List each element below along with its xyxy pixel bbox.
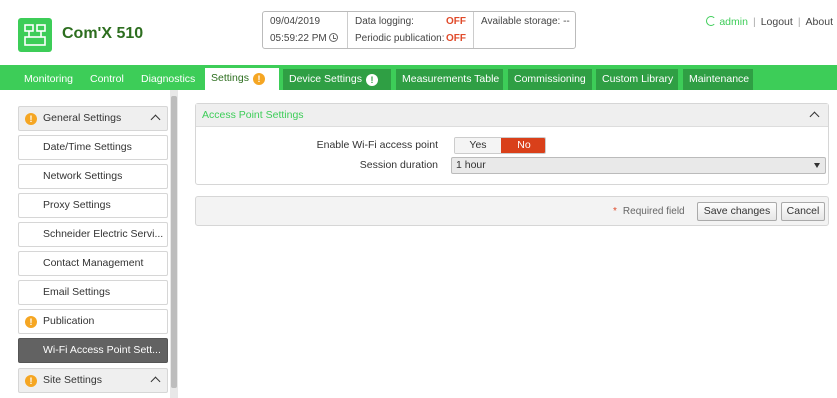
sidebar-scrollbar-thumb[interactable] [171,96,177,388]
required-field-note: * Required field [613,206,685,217]
comx-logo-icon [18,18,52,52]
user-icon [706,16,717,26]
status-date: 09/04/2019 [270,16,321,27]
status-time: 05:59:22 PM [270,33,327,44]
publication-warning-icon: ! [25,316,37,328]
enable-wifi-label: Enable Wi-Fi access point [316,139,438,151]
tab-settings-label: Settings [211,72,249,84]
status-time-wrap: 05:59:22 PM [270,33,338,44]
tab-device-settings-label: Device Settings [289,73,362,85]
tab-diagnostics[interactable]: Diagnostics [135,69,201,90]
sidebar-item-wifi-access-point[interactable]: Wi-Fi Access Point Sett... [18,338,168,363]
save-changes-button[interactable]: Save changes [697,202,777,221]
status-divider [347,12,348,48]
about-link[interactable]: About [806,16,833,28]
action-bar: * Required field Save changes Cancel [195,196,829,226]
chevron-up-icon [150,114,161,125]
status-divider-2 [473,12,474,48]
sidebar-item-label: Publication [43,315,95,327]
sidebar-item-contact-management[interactable]: Contact Management [18,251,168,276]
sidebar-item-publication[interactable]: ! Publication [18,309,168,334]
settings-sidebar: ! General Settings Date/Time Settings Net… [18,100,170,398]
tab-monitoring[interactable]: Monitoring [18,69,79,90]
tab-settings[interactable]: Settings! [205,68,279,90]
tab-custom-library[interactable]: Custom Library [596,69,678,90]
panel-title: Access Point Settings [202,109,304,121]
device-settings-warning-icon: ! [365,74,378,86]
available-storage: Available storage: -- [481,16,570,27]
site-settings-warning-icon: ! [25,375,37,387]
toggle-yes-option[interactable]: Yes [455,138,501,153]
main-nav: Monitoring Control Diagnostics Settings!… [0,65,837,90]
session-duration-value: 1 hour [456,159,486,171]
periodic-publication-label: Periodic publication: [355,33,445,44]
dropdown-arrow-icon [814,163,820,168]
sidebar-item-email[interactable]: Email Settings [18,280,168,305]
required-star: * [613,206,617,217]
session-duration-select[interactable]: 1 hour [451,157,826,174]
sidebar-item-date-time[interactable]: Date/Time Settings [18,135,168,160]
top-links: admin | Logout | About [706,16,833,28]
product-name: Com'X 510 [62,25,144,42]
sidebar-group-label: Site Settings [43,374,102,386]
app-header: Com'X 510 09/04/2019 05:59:22 PM Data lo… [0,0,837,62]
sidebar-group-general-settings[interactable]: ! General Settings [18,106,168,131]
data-logging-label: Data logging: [355,16,414,27]
clock-icon [328,33,338,42]
chevron-up-icon [150,376,161,387]
tab-measurements-table[interactable]: Measurements Table [396,69,503,90]
sidebar-item-proxy[interactable]: Proxy Settings [18,193,168,218]
required-field-label: Required field [622,206,685,217]
collapse-chevron-icon[interactable] [809,111,820,122]
logout-link[interactable]: Logout [761,16,793,28]
link-separator: | [752,16,756,28]
tab-maintenance[interactable]: Maintenance [683,69,753,90]
cancel-button[interactable]: Cancel [781,202,825,221]
tab-commissioning[interactable]: Commissioning [508,69,592,90]
status-box: 09/04/2019 05:59:22 PM Data logging: OFF… [262,11,576,49]
access-point-panel: Access Point Settings Enable Wi-Fi acces… [195,103,829,185]
settings-warning-icon: ! [252,73,265,85]
sidebar-item-schneider-services[interactable]: Schneider Electric Servi... [18,222,168,247]
panel-header[interactable]: Access Point Settings [196,104,828,127]
link-separator: | [797,16,801,28]
enable-wifi-toggle[interactable]: Yes No [454,137,546,154]
sidebar-group-label: General Settings [43,112,122,124]
data-logging-value: OFF [446,16,466,27]
toggle-no-option[interactable]: No [501,138,545,153]
session-duration-label: Session duration [359,159,438,171]
user-link[interactable]: admin [719,16,748,28]
general-settings-warning-icon: ! [25,113,37,125]
periodic-publication-value: OFF [446,33,466,44]
sidebar-group-site-settings[interactable]: ! Site Settings [18,368,168,393]
sidebar-item-network[interactable]: Network Settings [18,164,168,189]
tab-control[interactable]: Control [84,69,130,90]
tab-device-settings[interactable]: Device Settings! [283,69,391,90]
